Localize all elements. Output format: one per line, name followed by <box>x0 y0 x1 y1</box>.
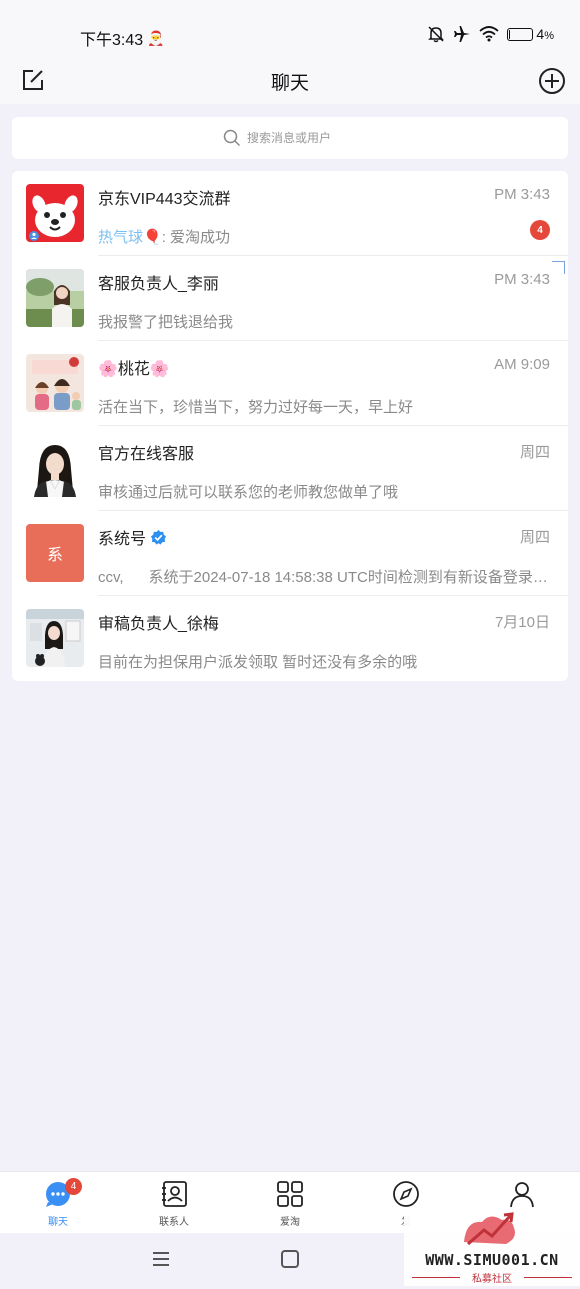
avatar <box>26 269 84 327</box>
chat-name: 审稿负责人_徐梅 <box>98 616 219 633</box>
contacts-icon <box>159 1179 189 1209</box>
chat-name: 🌸桃花🌸 <box>98 361 170 378</box>
search-bar[interactable] <box>12 117 568 159</box>
chat-item-reviewer-xumei[interactable]: 审稿负责人_徐梅 7月10日 目前在为担保用户派发领取 暂时还没有多余的哦 <box>12 596 568 681</box>
tab-badge: 4 <box>65 1178 82 1195</box>
add-button[interactable] <box>538 67 566 95</box>
search-input[interactable] <box>247 131 357 145</box>
compass-icon <box>391 1179 421 1209</box>
grid-apps-icon <box>275 1179 305 1209</box>
santa-emoji-icon: 🎅 <box>147 29 165 46</box>
avatar <box>26 354 84 412</box>
chat-preview: ccv, 系统于2024-07-18 14:58:38 UTC时间检测到有新设备… <box>98 569 550 586</box>
chat-name-text: 系统号 <box>98 531 147 548</box>
person-icon <box>507 1179 537 1209</box>
avatar <box>26 439 84 497</box>
chat-item-system[interactable]: 系 系统号 周四 ccv, 系统于2024-07-18 14:58:38 UTC… <box>12 511 568 596</box>
plus-circle-icon <box>539 68 565 94</box>
search-icon <box>223 129 241 147</box>
tab-aitao[interactable]: 爱淘 <box>232 1172 348 1233</box>
status-time: 下午3:43 🎅 <box>80 26 165 50</box>
watermark-url: WWW.SIMU001.CN <box>425 1251 559 1269</box>
avatar <box>26 184 84 242</box>
tab-label: 聊天 <box>48 1217 68 1228</box>
battery-indicator: 4% <box>507 26 554 42</box>
watermark: WWW.SIMU001.CN 私募社区 <box>404 1208 580 1286</box>
chat-item-service-lili[interactable]: 客服负责人_李丽 PM 3:43 我报警了把钱退给我 <box>12 256 568 341</box>
chat-item-taohua[interactable]: 🌸桃花🌸 AM 9:09 活在当下，珍惜当下，努力过好每一天，早上好 <box>12 341 568 426</box>
chat-time: AM 9:09 <box>494 356 550 373</box>
cartoon-family-avatar-icon <box>26 354 84 412</box>
woman-portrait-avatar-icon <box>26 439 84 497</box>
unread-badge: 4 <box>530 220 550 240</box>
avatar: 系 <box>26 524 84 582</box>
battery-icon <box>507 27 534 41</box>
chat-name: 系统号 <box>98 525 167 549</box>
status-icons: 4% <box>427 25 554 43</box>
chat-time: 周四 <box>519 444 550 461</box>
chat-preview: 审核通过后就可以联系您的老师教您做单了哦 <box>98 484 399 501</box>
tab-contacts[interactable]: 联系人 <box>116 1172 232 1233</box>
watermark-logo-icon <box>464 1212 515 1246</box>
chat-preview: 热气球🎈: 爱淘成功 <box>98 226 550 247</box>
watermark-rule <box>524 1277 572 1278</box>
battery-fill <box>509 29 511 39</box>
jd-mascot-avatar-icon <box>26 184 84 242</box>
chat-preview: 目前在为担保用户派发领取 暂时还没有多余的哦 <box>98 654 418 671</box>
user-photo-avatar-icon <box>26 269 84 327</box>
system-avatar-text: 系 <box>26 524 84 582</box>
wifi-icon <box>479 26 500 42</box>
chat-list: 京东VIP443交流群 PM 3:43 热气球🎈: 爱淘成功 4 客服负责人_李… <box>12 171 568 681</box>
avatar <box>26 609 84 667</box>
chat-time: PM 3:43 <box>494 186 550 203</box>
chat-time: 7月10日 <box>494 614 550 631</box>
chat-preview-sender: 热气球🎈 <box>98 229 162 246</box>
battery-unit: % <box>544 30 554 42</box>
tab-label: 联系人 <box>159 1217 189 1228</box>
tab-chat[interactable]: 聊天 4 <box>0 1172 116 1233</box>
chat-preview: 我报警了把钱退给我 <box>98 314 234 331</box>
page-title: 聊天 <box>270 73 309 94</box>
app-header: 聊天 <box>0 60 580 104</box>
pinned-corner-mark <box>552 261 565 274</box>
home-button[interactable] <box>281 1250 299 1268</box>
chat-item-jd-vip-group[interactable]: 京东VIP443交流群 PM 3:43 热气球🎈: 爱淘成功 4 <box>12 171 568 256</box>
status-bar: 下午3:43 🎅 4% <box>0 0 580 60</box>
chat-name: 客服负责人_李丽 <box>98 276 219 293</box>
menu-icon[interactable] <box>152 1251 170 1267</box>
chat-preview: 活在当下，珍惜当下，努力过好每一天，早上好 <box>98 399 414 416</box>
chat-time: PM 3:43 <box>494 271 550 288</box>
airplane-icon <box>454 26 471 42</box>
chat-preview-text: : 爱淘成功 <box>161 229 231 246</box>
tab-label: 爱淘 <box>280 1217 300 1228</box>
status-time-text: 下午3:43 <box>80 32 144 49</box>
chat-name: 官方在线客服 <box>98 446 195 463</box>
mute-bell-icon <box>428 26 445 43</box>
chat-time: 周四 <box>519 529 550 546</box>
chat-item-official-service[interactable]: 官方在线客服 周四 审核通过后就可以联系您的老师教您做单了哦 <box>12 426 568 511</box>
battery-level: 4% <box>536 26 554 42</box>
girl-photo-avatar-icon <box>26 609 84 667</box>
verified-badge-icon <box>150 529 167 545</box>
chat-name: 京东VIP443交流群 <box>98 191 231 208</box>
